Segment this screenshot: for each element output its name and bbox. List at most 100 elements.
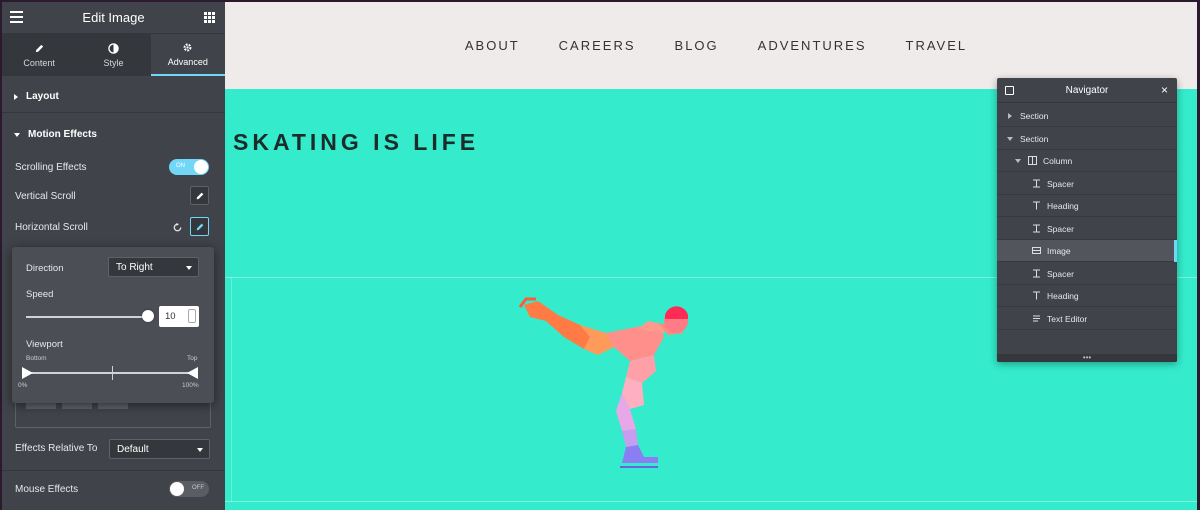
site-header: ABOUT CAREERS BLOG ADVENTURES TRAVEL (225, 2, 1197, 89)
navigator-item-spacer[interactable]: Spacer (997, 263, 1177, 285)
skater-image[interactable] (518, 297, 698, 472)
direction-value: To Right (116, 261, 153, 273)
motion-effects-label: Motion Effects (28, 129, 97, 140)
viewport-max-handle[interactable] (187, 367, 198, 379)
widgets-grid-icon[interactable] (204, 12, 215, 23)
navigator-panel: Navigator × Section Section Column Space… (997, 78, 1177, 362)
viewport-max-value: 100% (182, 382, 199, 389)
viewport-label: Viewport (26, 339, 63, 350)
layout-section-label: Layout (26, 91, 59, 102)
hamburger-menu-icon[interactable] (10, 11, 23, 23)
selected-indicator (1174, 240, 1177, 262)
chevron-down-icon (197, 448, 203, 452)
spacer-icon (1032, 179, 1041, 188)
navigator-item-spacer[interactable]: Spacer (997, 173, 1177, 195)
panel-tabs: Content Style Advanced (2, 34, 225, 76)
hero-heading[interactable]: SKATING IS LIFE (233, 129, 479, 156)
effects-relative-to-select[interactable]: Default (109, 439, 210, 459)
viewport-top-label: Top (187, 355, 198, 362)
viewport-bottom-label: Bottom (26, 355, 47, 362)
navigator-item-label: Heading (1047, 290, 1079, 301)
spacer-icon (1032, 269, 1041, 278)
navigator-item-label: Heading (1047, 200, 1079, 211)
site-nav: ABOUT CAREERS BLOG ADVENTURES TRAVEL (225, 38, 1197, 53)
direction-label: Direction (26, 263, 64, 274)
mouse-effects-label: Mouse Effects (15, 484, 79, 495)
navigator-title: Navigator (1065, 84, 1109, 96)
close-icon[interactable]: × (1161, 83, 1168, 97)
nav-link-careers[interactable]: CAREERS (559, 38, 636, 53)
tab-content-label: Content (23, 57, 55, 68)
navigator-item-image[interactable]: Image (997, 240, 1177, 262)
pencil-icon (35, 44, 43, 52)
navigator-resize-handle[interactable]: ••• (997, 354, 1177, 362)
speed-value: 10 (165, 311, 176, 322)
viewport-slider-track[interactable] (26, 372, 194, 374)
pencil-icon (196, 192, 203, 199)
chevron-down-icon (186, 266, 192, 270)
speed-label: Speed (26, 289, 54, 300)
vertical-scroll-edit-button[interactable] (190, 186, 209, 205)
viewport-min-handle[interactable] (22, 367, 33, 379)
navigator-item-label: Spacer (1047, 223, 1074, 234)
tab-advanced[interactable]: Advanced (150, 34, 225, 76)
half-circle-icon (108, 42, 119, 54)
tab-content[interactable]: Content (2, 34, 76, 76)
speed-input[interactable]: 10 (159, 306, 199, 327)
toggle-off-text: OFF (192, 485, 204, 491)
caret-right-icon (14, 93, 18, 100)
navigator-item-spacer[interactable]: Spacer (997, 218, 1177, 240)
navigator-item-heading[interactable]: Heading (997, 195, 1177, 217)
viewport-mid-mark (112, 366, 113, 380)
navigator-item-section[interactable]: Section (997, 105, 1177, 127)
nav-link-about[interactable]: ABOUT (465, 38, 520, 53)
effects-relative-to-value: Default (117, 443, 149, 455)
layout-section-header[interactable]: Layout (14, 91, 59, 102)
speed-slider-track[interactable] (26, 316, 150, 318)
viewport-min-value: 0% (18, 382, 28, 389)
navigator-item-text-editor[interactable]: Text Editor (997, 308, 1177, 330)
text-editor-icon (1032, 314, 1041, 323)
direction-select[interactable]: To Right (108, 257, 199, 277)
navigator-item-label: Image (1047, 245, 1071, 256)
navigator-item-section[interactable]: Section (997, 128, 1177, 150)
section-guide-line (225, 501, 1197, 502)
navigator-item-label: Column (1043, 155, 1073, 166)
scrolling-effects-label: Scrolling Effects (15, 162, 87, 173)
navigator-item-label: Section (1020, 133, 1049, 144)
tab-style-label: Style (103, 57, 124, 68)
caret-down-icon (1013, 156, 1022, 165)
image-icon (1032, 246, 1041, 255)
navigator-item-heading[interactable]: Heading (997, 285, 1177, 307)
navigator-item-label: Text Editor (1047, 313, 1088, 324)
effects-relative-to-label: Effects Relative To (15, 443, 98, 454)
navigator-item-column[interactable]: Column (997, 150, 1177, 172)
caret-right-icon (1005, 111, 1014, 120)
navigator-item-label: Spacer (1047, 268, 1074, 279)
nav-link-travel[interactable]: TRAVEL (906, 38, 968, 53)
mouse-effects-toggle[interactable]: OFF (169, 481, 209, 497)
motion-effects-section-header[interactable]: Motion Effects (14, 129, 97, 140)
gear-icon (183, 43, 192, 51)
speed-slider-thumb[interactable] (141, 310, 154, 322)
nav-link-blog[interactable]: BLOG (675, 38, 719, 53)
nav-link-adventures[interactable]: ADVENTURES (758, 38, 867, 53)
scrolling-effects-toggle[interactable]: ON (169, 159, 209, 175)
spinner-icon[interactable] (188, 309, 196, 323)
reset-icon[interactable] (172, 222, 183, 233)
caret-down-icon (14, 132, 20, 137)
panel-header: Edit Image (2, 2, 225, 34)
minimize-icon[interactable] (1005, 86, 1014, 95)
tab-style[interactable]: Style (76, 34, 150, 76)
column-guide-line (231, 277, 232, 502)
caret-down-icon (1005, 134, 1014, 143)
toggle-knob (194, 160, 208, 174)
horizontal-scroll-popover: Direction To Right Speed 10 Viewport Bot… (12, 247, 214, 403)
navigator-item-label: Section (1020, 110, 1049, 121)
navigator-header[interactable]: Navigator × (997, 78, 1177, 103)
navigator-item-label: Spacer (1047, 178, 1074, 189)
heading-icon (1032, 201, 1041, 210)
column-icon (1028, 156, 1037, 165)
horizontal-scroll-label: Horizontal Scroll (15, 222, 88, 233)
horizontal-scroll-edit-button[interactable] (190, 217, 209, 236)
